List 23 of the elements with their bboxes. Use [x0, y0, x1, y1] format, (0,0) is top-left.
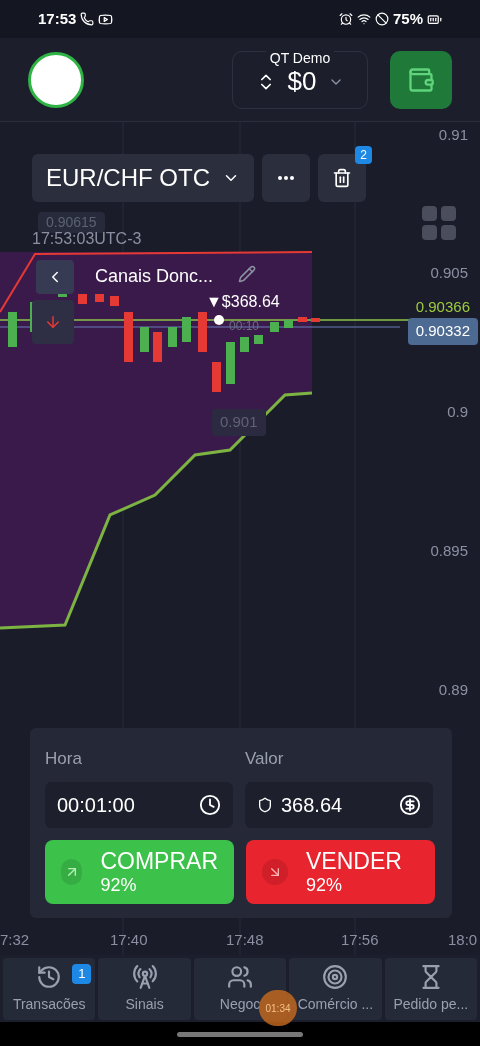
status-time: 17:53 [38, 8, 77, 29]
battery-percent: 75% [392, 8, 423, 29]
price-tag: 0.901 [212, 409, 266, 436]
axis-label: 0.89 [438, 682, 468, 697]
count-badge: 2 [355, 146, 372, 164]
time-axis-label: 18:0 [448, 932, 478, 947]
time-axis-label: 17:40 [110, 932, 148, 947]
countdown-label: 00:10 [229, 320, 260, 332]
axis-label: 0.905 [430, 265, 468, 280]
time-label: Hora [45, 748, 83, 770]
axis-label: 0.895 [430, 543, 468, 558]
axis-label: 0.91 [438, 127, 468, 142]
indicator-label: Canais Donc... [95, 265, 214, 288]
count-badge: 1 [72, 964, 92, 984]
amount-label: Valor [245, 748, 284, 770]
current-price-tag: 0.90332 [407, 318, 478, 345]
axis-label: 0.9 [447, 404, 468, 419]
price-tag: 0.90615 [38, 212, 105, 233]
channel-price: 0.90366 [415, 299, 470, 314]
time-axis-label: 7:32 [0, 932, 30, 947]
time-axis-label: 17:56 [341, 932, 379, 947]
amount-marker: ▼$368.64 [206, 294, 280, 310]
time-axis-label: 17:48 [226, 932, 264, 947]
